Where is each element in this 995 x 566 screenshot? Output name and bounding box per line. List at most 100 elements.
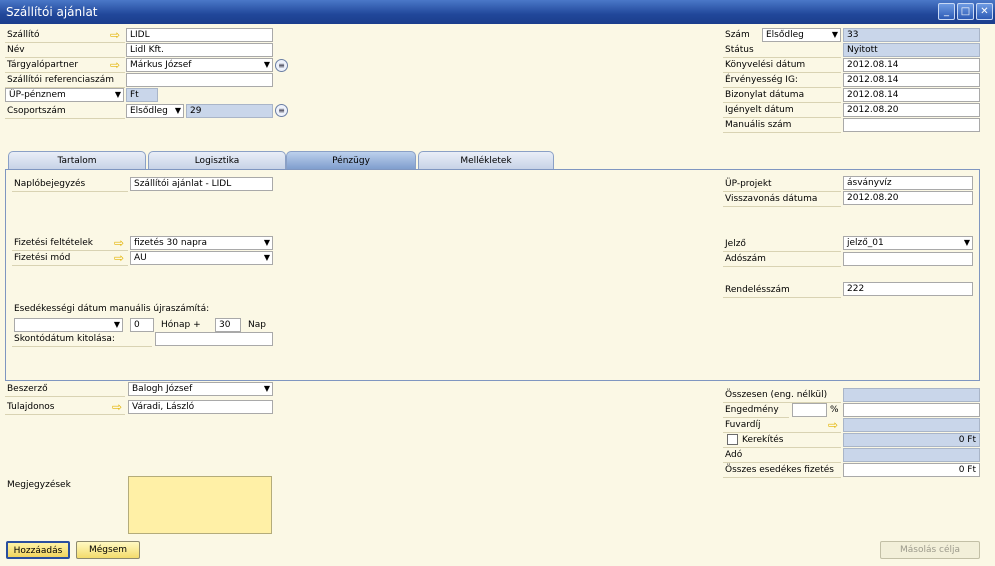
valid-until-label: Érvényesség IG: xyxy=(725,75,798,85)
percent-sign: % xyxy=(830,405,839,415)
link-arrow-icon[interactable]: ⇨ xyxy=(110,59,124,71)
day-field[interactable]: 30 xyxy=(215,318,241,332)
tab-label: Tartalom xyxy=(57,156,97,166)
document-date-field[interactable]: 2012.08.14 xyxy=(843,88,980,102)
currency-field: Ft xyxy=(126,88,158,102)
total-before-discount-field xyxy=(843,388,980,402)
list-icon[interactable]: ≡ xyxy=(275,59,288,72)
link-arrow-icon[interactable]: ⇨ xyxy=(114,237,128,249)
number-series-dropdown[interactable]: Elsődleg ▼ xyxy=(762,28,841,42)
contact-value: Márkus József xyxy=(130,60,192,70)
buyer-label: Beszerző xyxy=(7,384,48,394)
link-arrow-icon[interactable]: ⇨ xyxy=(114,252,128,264)
manual-number-field[interactable] xyxy=(843,118,980,132)
status-label: Státus xyxy=(725,45,754,55)
chevron-down-icon: ▼ xyxy=(263,238,270,247)
supplier-field[interactable]: LIDL xyxy=(126,28,273,42)
order-number-field[interactable]: 222 xyxy=(843,282,973,296)
tab-label: Mellékletek xyxy=(460,156,512,166)
discount-amount-field[interactable] xyxy=(843,403,980,417)
accounting-panel xyxy=(5,169,980,381)
indicator-label: Jelző xyxy=(725,239,746,249)
name-field[interactable]: Lidl Kft. xyxy=(126,43,273,57)
journal-label: Naplóbejegyzés xyxy=(14,179,86,189)
number-label: Szám xyxy=(725,30,750,40)
status-field: Nyitott xyxy=(843,43,980,57)
cancel-button[interactable]: Mégsem xyxy=(76,541,140,559)
valid-until-field[interactable]: 2012.08.14 xyxy=(843,73,980,87)
payment-method-value: AU xyxy=(134,253,147,263)
owner-field[interactable]: Váradi, László xyxy=(128,400,273,414)
window-titlebar: Szállítói ajánlat xyxy=(0,0,995,24)
indicator-value: jelző_01 xyxy=(847,238,884,248)
divider xyxy=(5,118,125,119)
due-date-recalc-dropdown[interactable]: ▼ xyxy=(14,318,123,332)
day-label: Nap xyxy=(248,320,266,330)
project-field[interactable]: ásványvíz xyxy=(843,176,973,190)
discount-date-field[interactable] xyxy=(155,332,273,346)
discount-date-label: Skontódátum kitolása: xyxy=(14,334,115,344)
total-due-field: 0 Ft xyxy=(843,463,980,477)
add-button[interactable]: Hozzáadás xyxy=(6,541,70,559)
tax-label: Adó xyxy=(725,450,743,460)
remarks-textarea[interactable] xyxy=(128,476,272,534)
payment-terms-dropdown[interactable]: fizetés 30 napra ▼ xyxy=(130,236,273,250)
month-label: Hónap + xyxy=(161,320,201,330)
currency-type-dropdown[interactable]: ÜP-pénznem ▼ xyxy=(5,88,124,102)
tab-accounting[interactable]: Pénzügy xyxy=(286,151,416,170)
indicator-dropdown[interactable]: jelző_01 ▼ xyxy=(843,236,973,250)
divider xyxy=(723,206,841,207)
ref-label: Szállítói referenciaszám xyxy=(7,75,114,85)
copy-to-button[interactable]: Másolás célja xyxy=(880,541,980,559)
tax-number-field[interactable] xyxy=(843,252,973,266)
posting-date-label: Könyvelési dátum xyxy=(725,60,806,70)
tab-contents[interactable]: Tartalom xyxy=(8,151,146,170)
ref-field[interactable] xyxy=(126,73,273,87)
tax-field xyxy=(843,448,980,462)
minimize-icon[interactable]: _ xyxy=(938,3,955,20)
buyer-dropdown[interactable]: Balogh József ▼ xyxy=(128,382,273,396)
contact-label: Tárgyalópartner xyxy=(7,60,79,70)
divider xyxy=(5,396,125,397)
close-icon[interactable]: ✕ xyxy=(976,3,993,20)
payment-terms-value: fizetés 30 napra xyxy=(134,238,208,248)
tax-number-label: Adószám xyxy=(725,254,766,264)
link-arrow-icon[interactable]: ⇨ xyxy=(828,419,842,431)
list-icon[interactable]: ≡ xyxy=(275,104,288,117)
chevron-down-icon: ▼ xyxy=(831,30,838,39)
cancellation-date-field[interactable]: 2012.08.20 xyxy=(843,191,973,205)
owner-label: Tulajdonos xyxy=(7,402,55,412)
rounding-label: Kerekítés xyxy=(742,435,784,445)
contact-dropdown[interactable]: Márkus József ▼ xyxy=(126,58,273,72)
tab-logistics[interactable]: Logisztika xyxy=(148,151,286,170)
tab-attachments[interactable]: Mellékletek xyxy=(418,151,554,170)
link-arrow-icon[interactable]: ⇨ xyxy=(110,29,124,41)
chevron-down-icon: ▼ xyxy=(263,384,270,393)
currency-type-value: ÜP-pénznem xyxy=(9,90,66,100)
rounding-checkbox[interactable] xyxy=(727,434,738,445)
divider xyxy=(723,297,841,298)
project-label: ÜP-projekt xyxy=(725,179,772,189)
payment-terms-label: Fizetési feltételek xyxy=(14,238,93,248)
required-date-field[interactable]: 2012.08.20 xyxy=(843,103,980,117)
divider xyxy=(12,346,152,347)
divider xyxy=(12,191,128,192)
discount-label: Engedmény xyxy=(725,405,779,415)
link-arrow-icon[interactable]: ⇨ xyxy=(112,401,126,413)
cancellation-date-label: Visszavonás dátuma xyxy=(725,194,818,204)
chevron-down-icon: ▼ xyxy=(113,320,120,329)
posting-date-field[interactable]: 2012.08.14 xyxy=(843,58,980,72)
group-series-dropdown[interactable]: Elsődleg ▼ xyxy=(126,104,184,118)
discount-percent-field[interactable] xyxy=(792,403,827,417)
journal-field[interactable]: Szállítói ajánlat - LIDL xyxy=(130,177,273,191)
payment-method-dropdown[interactable]: AU ▼ xyxy=(130,251,273,265)
divider xyxy=(723,266,841,267)
number-field: 33 xyxy=(843,28,980,42)
month-field[interactable]: 0 xyxy=(130,318,154,332)
manual-number-label: Manuális szám xyxy=(725,120,792,130)
maximize-icon[interactable]: □ xyxy=(957,3,974,20)
freight-label: Fuvardíj xyxy=(725,420,761,430)
total-before-discount-label: Összesen (eng. nélkül) xyxy=(725,390,828,400)
divider xyxy=(723,132,841,133)
window-title: Szállítói ajánlat xyxy=(6,5,98,19)
